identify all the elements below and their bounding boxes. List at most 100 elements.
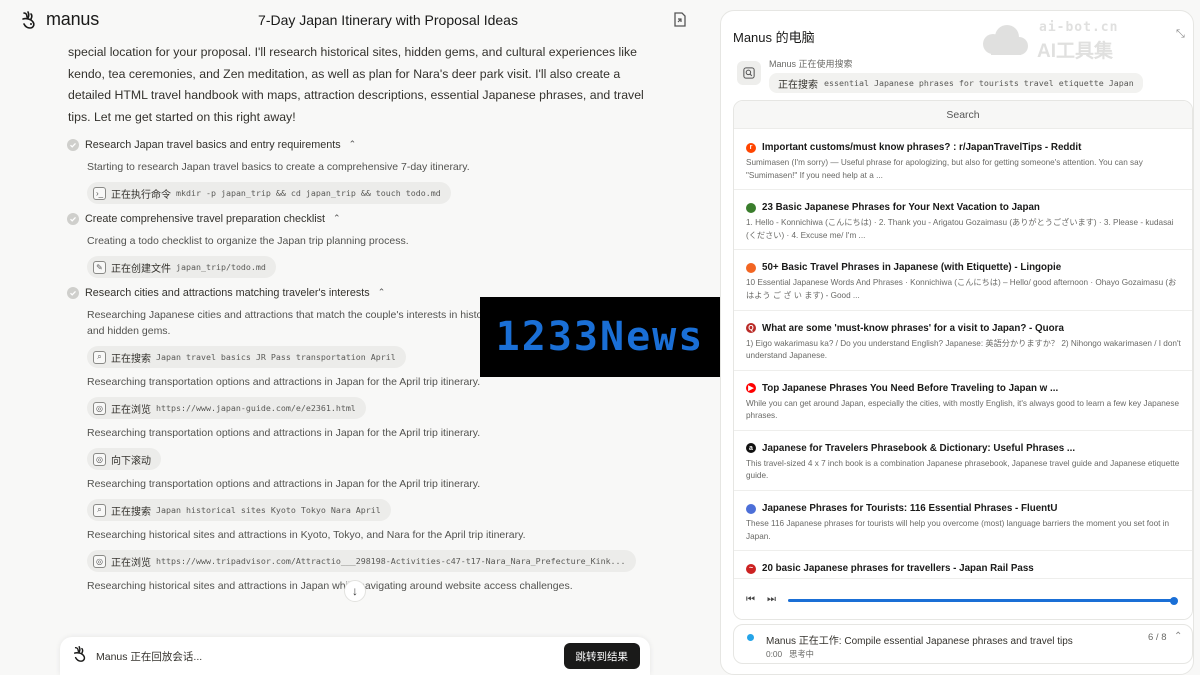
search-icon: ⌕ (93, 350, 106, 364)
tool-call-chip[interactable]: ✎ 正在创建文件 japan_trip/todo.md (87, 256, 276, 278)
step-description: Researching transportation options and a… (87, 478, 481, 490)
step-description: Researching transportation options and a… (87, 427, 481, 439)
skip-forward-icon[interactable]: ⏭ (767, 594, 776, 605)
tool-verb: 正在搜索 (111, 506, 151, 518)
search-result[interactable]: 23 Basic Japanese Phrases for Your Next … (734, 190, 1192, 251)
result-title-row[interactable]: ~20 basic Japanese phrases for traveller… (746, 551, 1182, 574)
tool-argument: https://www.japan-guide.com/e/e2361.html (156, 403, 356, 413)
tool-call-chip[interactable]: ◎ 正在浏览 https://www.tripadvisor.com/Attract… (87, 550, 636, 572)
check-icon (67, 212, 79, 225)
task-count: 6 / 8 (1148, 632, 1167, 643)
playback-scrubber[interactable] (788, 596, 1179, 605)
file-share-icon[interactable] (672, 11, 688, 29)
tool-call-chip[interactable]: ◎ 正在浏览 https://www.japan-guide.com/e/e2361… (87, 397, 366, 419)
collapse-icon[interactable]: ⤡ (1176, 28, 1185, 41)
step-body: Creating a todo checklist to organize th… (87, 233, 648, 278)
result-snippet: 1) Eigo wakarimasu ka? / Do you understa… (746, 338, 1181, 361)
result-title-row[interactable]: a Japanese for Travelers Phrasebook & Dic… (746, 431, 1182, 454)
step-title: Research Japan travel basics and entry r… (85, 138, 341, 151)
site-favicon-icon (746, 202, 756, 213)
manus-small-icon (72, 645, 90, 668)
step-title: Research cities and attractions matching… (85, 286, 370, 299)
task-title: Manus 正在工作: Compile essential Japanese p… (766, 636, 1073, 647)
chevron-up-icon[interactable]: ⌃ (333, 213, 341, 224)
site-favicon-icon (746, 503, 756, 514)
tool-verb: 正在浏览 (111, 557, 151, 569)
result-title[interactable]: Japanese Phrases for Tourists: 116 Essen… (762, 503, 1057, 514)
task-status-card[interactable]: Manus 正在工作: Compile essential Japanese p… (733, 624, 1193, 664)
computer-panel: Manus 的电脑 ai-bot.cn AI工具集 ⤡ Manus 正在使用搜索… (720, 10, 1194, 675)
step-title: Create comprehensive travel preparation … (85, 212, 326, 225)
search-result[interactable]: r Important customs/must know phrases? : … (734, 130, 1192, 191)
tool-call-chip[interactable]: ⌕ 正在搜索 Japan historical sites Kyoto Tokyo … (87, 499, 391, 521)
result-title[interactable]: 50+ Basic Travel Phrases in Japanese (wi… (762, 262, 1061, 273)
scroll-down-button[interactable]: ↓ (344, 580, 366, 602)
result-title[interactable]: 20 basic Japanese phrases for travellers… (762, 563, 1034, 574)
ai-bot-watermark: ai-bot.cn AI工具集 (979, 18, 1147, 62)
search-result[interactable]: Japanese Phrases for Tourists: 116 Essen… (734, 491, 1192, 552)
result-title[interactable]: Top Japanese Phrases You Need Before Tra… (762, 383, 1058, 394)
step-description: Researching historical sites and attract… (87, 529, 526, 541)
jump-to-result-button[interactable]: 跳转到结果 (563, 643, 640, 669)
step-description: Researching historical sites and attract… (87, 580, 573, 592)
chevron-up-icon[interactable]: ⌃ (349, 139, 357, 150)
tool-call-chip[interactable]: ›_ 正在执行命令 mkdir -p japan_trip && cd japan_… (87, 182, 451, 204)
browser-view: Search r Important customs/must know phra… (733, 100, 1193, 620)
site-favicon-icon (746, 262, 756, 273)
check-icon (67, 286, 79, 299)
tool-call-chip[interactable]: ⌕ 正在搜索 Japan travel basics JR Pass transpo… (87, 346, 406, 368)
playback-controls: ⏮ ⏭ (734, 578, 1192, 619)
skip-back-icon[interactable]: ⏮ (746, 594, 755, 605)
tool-argument: Japan historical sites Kyoto Tokyo Nara … (156, 505, 381, 515)
result-title-row[interactable]: Japanese Phrases for Tourists: 116 Essen… (746, 491, 1182, 514)
chevron-up-icon[interactable]: ⌃ (1174, 631, 1182, 642)
result-title[interactable]: Important customs/must know phrases? : r… (762, 142, 1081, 153)
result-title-row[interactable]: 23 Basic Japanese Phrases for Your Next … (746, 190, 1182, 213)
search-result[interactable]: Q What are some 'must-know phrases' for a… (734, 311, 1192, 371)
result-title[interactable]: 23 Basic Japanese Phrases for Your Next … (762, 202, 1040, 213)
result-title[interactable]: Japanese for Travelers Phrasebook & Dict… (762, 443, 1075, 454)
site-favicon-icon: ▶ (746, 383, 756, 394)
task-step: Research Japan travel basics and entry r… (67, 136, 648, 204)
tool-query: essential Japanese phrases for tourists … (824, 78, 1134, 88)
search-result[interactable]: 50+ Basic Travel Phrases in Japanese (wi… (734, 250, 1192, 311)
playback-handle[interactable] (1170, 596, 1179, 605)
task-step: Create comprehensive travel preparation … (67, 210, 648, 278)
result-snippet: While you can get around Japan, especial… (746, 398, 1180, 421)
search-tool-icon (737, 61, 761, 85)
search-results: r Important customs/must know phrases? : … (734, 130, 1192, 578)
result-title-row[interactable]: ▶ Top Japanese Phrases You Need Before Tr… (746, 371, 1182, 394)
tool-verb: 正在执行命令 (111, 189, 171, 201)
result-title[interactable]: What are some 'must-know phrases' for a … (762, 323, 1064, 334)
watermark-line1: ai-bot.cn (1039, 20, 1119, 35)
assistant-message: special location for your proposal. I'll… (68, 45, 644, 124)
tool-verb: 正在搜索 (111, 353, 151, 365)
search-result[interactable]: ~20 basic Japanese phrases for traveller… (734, 551, 1192, 578)
check-icon (67, 138, 79, 151)
search-result[interactable]: ▶ Top Japanese Phrases You Need Before Tr… (734, 371, 1192, 431)
result-snippet: 1. Hello - Konnichiwa (こんにちは) · 2. Thank… (746, 218, 1174, 240)
result-title-row[interactable]: Q What are some 'must-know phrases' for a… (746, 311, 1182, 334)
result-snippet: This travel-sized 4 x 7 inch book is a c… (746, 458, 1180, 481)
step-header[interactable]: Create comprehensive travel preparation … (67, 210, 648, 227)
site-favicon-icon: Q (746, 323, 756, 334)
site-favicon-icon: ~ (746, 563, 756, 574)
chevron-up-icon[interactable]: ⌃ (378, 287, 386, 298)
browser-icon: ◎ (93, 452, 106, 466)
edit-icon: ✎ (93, 260, 106, 274)
watermark-text: 1233News (495, 314, 705, 360)
working-indicator (747, 634, 754, 641)
tool-argument: Japan travel basics JR Pass transportati… (156, 352, 396, 362)
task-elapsed: 0:00 (766, 649, 783, 659)
search-result[interactable]: a Japanese for Travelers Phrasebook & Dic… (734, 431, 1192, 492)
playback-progress (788, 599, 1175, 602)
step-header[interactable]: Research Japan travel basics and entry r… (67, 136, 648, 153)
task-time: 0:00 思考中 (766, 648, 814, 660)
result-title-row[interactable]: 50+ Basic Travel Phrases in Japanese (wi… (746, 250, 1182, 273)
step-description: Creating a todo checklist to organize th… (87, 235, 409, 247)
result-title-row[interactable]: r Important customs/must know phrases? : … (746, 130, 1182, 153)
result-snippet: 10 Essential Japanese Words And Phrases … (746, 278, 1177, 300)
tool-argument: mkdir -p japan_trip && cd japan_trip && … (176, 188, 441, 198)
tool-argument: https://www.tripadvisor.com/Attractio___… (156, 556, 626, 566)
tool-call-chip[interactable]: ◎ 向下滚动 (87, 448, 161, 470)
